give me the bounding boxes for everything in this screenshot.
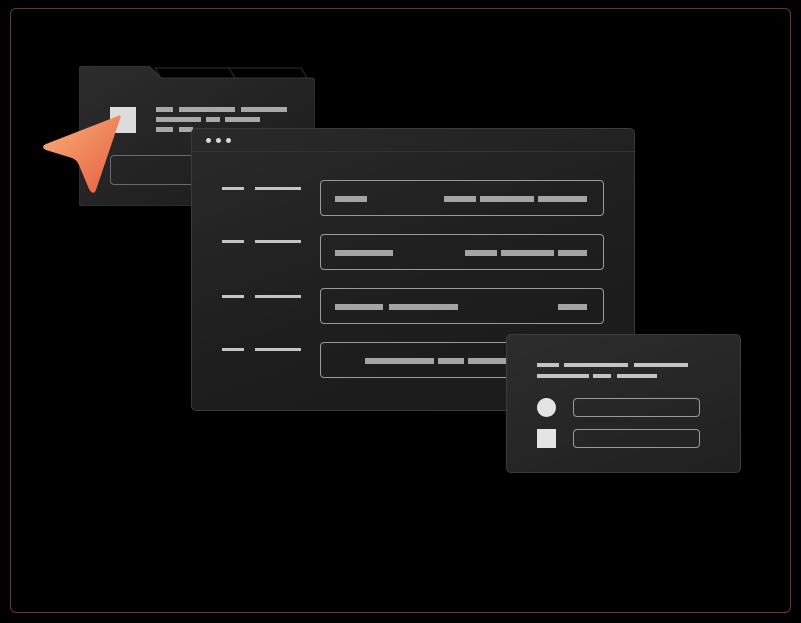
square-icon[interactable] <box>537 429 556 448</box>
folder-subtitle-placeholder <box>156 127 173 132</box>
card-title-placeholder <box>564 363 628 367</box>
form-label-placeholder <box>255 295 301 298</box>
input-value-placeholder <box>444 196 476 202</box>
form-input-field[interactable] <box>320 180 604 216</box>
input-value-placeholder <box>501 250 554 256</box>
input-value-placeholder <box>438 358 464 364</box>
folder-title-placeholder <box>179 107 235 112</box>
input-value-placeholder <box>558 250 587 256</box>
input-value-placeholder <box>558 304 587 310</box>
input-value-placeholder <box>335 250 393 256</box>
folder-title-placeholder <box>156 107 173 112</box>
folder-subtitle-placeholder <box>156 117 201 122</box>
window-dot[interactable] <box>216 138 221 143</box>
options-card[interactable] <box>506 334 741 473</box>
form-label-placeholder <box>222 240 244 243</box>
card-subtitle-placeholder <box>617 374 657 378</box>
form-label-placeholder <box>222 348 244 351</box>
form-label-placeholder <box>222 295 244 298</box>
option-input-field[interactable] <box>573 429 700 448</box>
input-value-placeholder <box>389 304 458 310</box>
form-label-placeholder <box>255 240 301 243</box>
input-value-placeholder <box>538 196 587 202</box>
input-value-placeholder <box>365 358 434 364</box>
input-value-placeholder <box>465 250 497 256</box>
folder-subtitle-placeholder <box>206 117 220 122</box>
circle-icon[interactable] <box>537 398 556 417</box>
input-value-placeholder <box>335 196 367 202</box>
form-label-placeholder <box>255 348 301 351</box>
option-input-field[interactable] <box>573 398 700 417</box>
window-titlebar-divider <box>192 151 634 152</box>
window-controls-icon <box>206 138 236 144</box>
input-value-placeholder <box>480 196 534 202</box>
folder-subtitle-placeholder <box>225 117 260 122</box>
form-input-field[interactable] <box>320 234 604 270</box>
form-label-placeholder <box>255 187 301 190</box>
window-dot[interactable] <box>206 138 211 143</box>
card-title-placeholder <box>634 363 688 367</box>
input-value-placeholder <box>335 304 383 310</box>
form-label-placeholder <box>222 187 244 190</box>
input-value-placeholder <box>468 358 508 364</box>
form-input-field[interactable] <box>320 288 604 324</box>
window-dot[interactable] <box>226 138 231 143</box>
card-subtitle-placeholder <box>593 374 611 378</box>
card-title-placeholder <box>537 363 559 367</box>
folder-title-placeholder <box>241 107 287 112</box>
card-subtitle-placeholder <box>537 374 589 378</box>
pointer-arrow-icon <box>43 115 121 193</box>
